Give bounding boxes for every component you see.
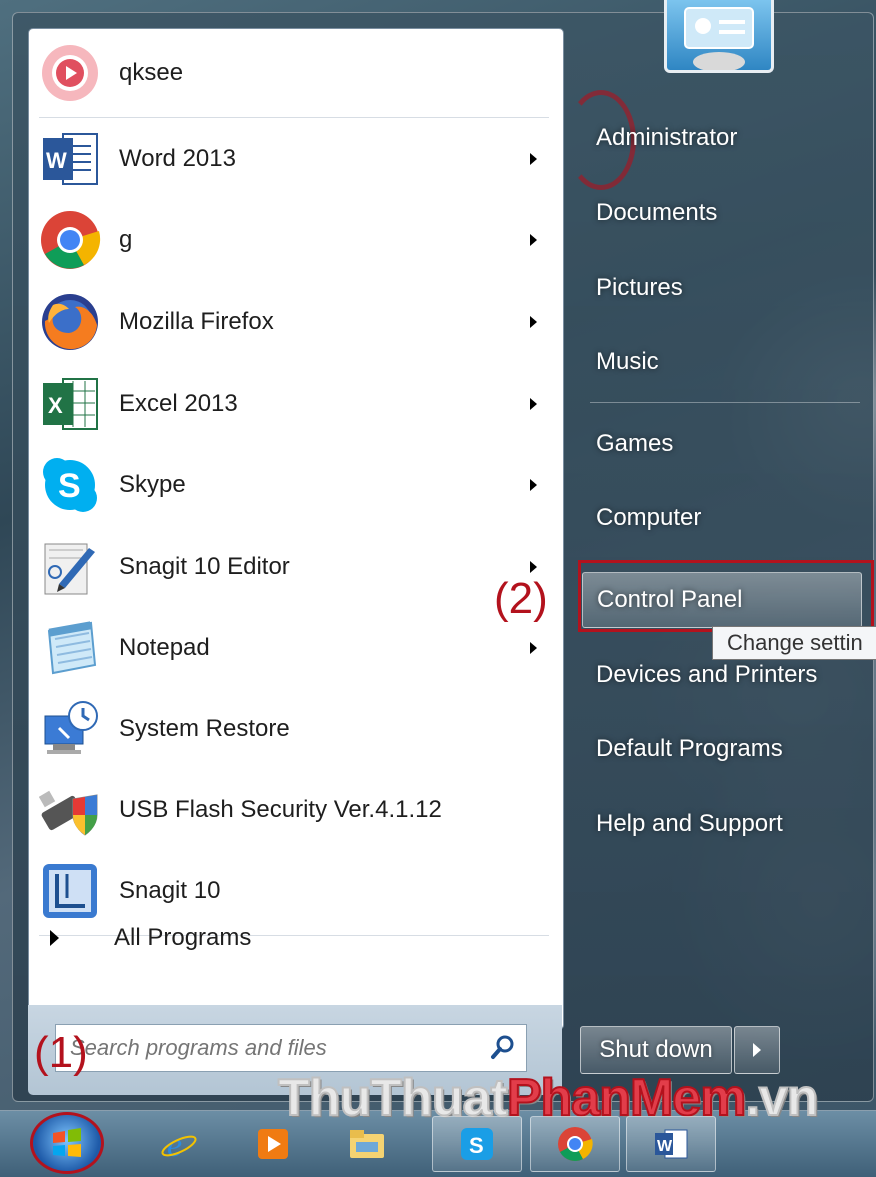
chrome-icon bbox=[39, 209, 101, 271]
programs-pane: qksee W Word 2013 g Mozilla Firefox X Excel 20… bbox=[28, 28, 564, 1030]
right-item-games[interactable]: Games bbox=[582, 416, 862, 472]
skype-icon: S bbox=[39, 454, 101, 516]
program-item[interactable]: Snagit 10 Editor bbox=[29, 528, 563, 606]
chrome-icon bbox=[558, 1127, 593, 1161]
pinned-separator bbox=[39, 117, 549, 118]
program-item[interactable]: g bbox=[29, 201, 563, 279]
media-player-icon bbox=[258, 1129, 288, 1159]
right-item-music[interactable]: Music bbox=[582, 334, 862, 390]
annotation-box bbox=[578, 560, 874, 632]
folder-icon bbox=[350, 1130, 384, 1158]
submenu-arrow-icon[interactable] bbox=[530, 316, 537, 328]
user-picture[interactable] bbox=[664, 0, 774, 73]
excel-icon: X bbox=[39, 373, 101, 435]
right-separator bbox=[590, 402, 860, 403]
program-item[interactable]: Mozilla Firefox bbox=[29, 283, 563, 361]
taskbar-word[interactable]: W bbox=[626, 1116, 716, 1172]
taskbar-chrome[interactable] bbox=[530, 1116, 620, 1172]
program-label: USB Flash Security Ver.4.1.12 bbox=[119, 796, 442, 823]
right-item-default-programs[interactable]: Default Programs bbox=[582, 721, 862, 777]
program-item[interactable]: qksee bbox=[29, 34, 563, 112]
svg-text:W: W bbox=[657, 1138, 673, 1155]
taskbar-explorer[interactable] bbox=[322, 1116, 412, 1172]
right-item-documents[interactable]: Documents bbox=[582, 185, 862, 241]
program-item[interactable]: Notepad bbox=[29, 609, 563, 687]
taskbar-ie[interactable]: e bbox=[134, 1116, 224, 1172]
qksee-icon bbox=[39, 42, 101, 104]
program-item[interactable]: System Restore bbox=[29, 690, 563, 768]
search-box[interactable] bbox=[55, 1024, 527, 1072]
arrow-right-icon bbox=[50, 930, 59, 946]
submenu-arrow-icon[interactable] bbox=[530, 234, 537, 246]
svg-text:X: X bbox=[48, 393, 63, 418]
program-label: Mozilla Firefox bbox=[119, 308, 274, 335]
svg-text:S: S bbox=[58, 467, 81, 505]
start-button[interactable] bbox=[30, 1112, 104, 1174]
svg-text:W: W bbox=[46, 148, 67, 173]
search-input[interactable] bbox=[68, 1031, 472, 1065]
skype-icon: S bbox=[461, 1128, 493, 1160]
word-icon: W bbox=[655, 1129, 688, 1159]
program-label: Snagit 10 bbox=[119, 877, 221, 904]
search-icon[interactable] bbox=[490, 1034, 516, 1060]
all-programs[interactable]: All Programs bbox=[28, 910, 562, 966]
usb-security-icon bbox=[38, 779, 101, 841]
right-item-computer[interactable]: Computer bbox=[582, 490, 862, 546]
program-label: Skype bbox=[119, 471, 186, 498]
program-label: g bbox=[119, 226, 133, 253]
program-label: Snagit 10 Editor bbox=[119, 553, 290, 580]
program-item[interactable]: W Word 2013 bbox=[29, 120, 563, 198]
shutdown-options-button[interactable] bbox=[734, 1026, 780, 1074]
submenu-arrow-icon[interactable] bbox=[530, 153, 537, 165]
right-item-pictures[interactable]: Pictures bbox=[582, 260, 862, 316]
program-label: Notepad bbox=[119, 634, 210, 661]
word-icon: W bbox=[39, 128, 101, 190]
notepad-icon bbox=[39, 617, 101, 679]
program-label: Excel 2013 bbox=[119, 390, 238, 417]
submenu-arrow-icon[interactable] bbox=[530, 479, 537, 491]
program-item[interactable]: S Skype bbox=[29, 446, 563, 524]
program-item[interactable]: X Excel 2013 bbox=[29, 365, 563, 443]
tooltip: Change settin bbox=[712, 626, 876, 660]
taskbar-skype[interactable]: S bbox=[432, 1116, 522, 1172]
submenu-arrow-icon[interactable] bbox=[530, 561, 537, 573]
svg-text:S: S bbox=[469, 1133, 484, 1158]
right-item-help-and-support[interactable]: Help and Support bbox=[582, 796, 862, 852]
submenu-arrow-icon[interactable] bbox=[530, 398, 537, 410]
shutdown-button[interactable]: Shut down bbox=[580, 1026, 732, 1074]
internet-explorer-icon: e bbox=[161, 1127, 197, 1164]
all-programs-label: All Programs bbox=[114, 924, 252, 951]
arrow-right-icon bbox=[753, 1043, 761, 1057]
watermark-part3: .vn bbox=[744, 1068, 819, 1128]
taskbar-media-player[interactable] bbox=[228, 1116, 318, 1172]
step2-label: (2) bbox=[494, 574, 548, 623]
program-item[interactable]: USB Flash Security Ver.4.1.12 bbox=[29, 771, 563, 849]
submenu-arrow-icon[interactable] bbox=[530, 642, 537, 654]
program-label: System Restore bbox=[119, 715, 290, 742]
firefox-icon bbox=[39, 291, 101, 353]
step1-label: (1) bbox=[34, 1028, 88, 1077]
program-label: Word 2013 bbox=[119, 145, 236, 172]
system-restore-icon bbox=[39, 698, 101, 760]
windows-logo-icon bbox=[53, 1128, 81, 1157]
snagit-editor-icon bbox=[39, 536, 101, 598]
program-label: qksee bbox=[119, 59, 184, 86]
right-item-administrator[interactable]: Administrator bbox=[582, 110, 862, 166]
